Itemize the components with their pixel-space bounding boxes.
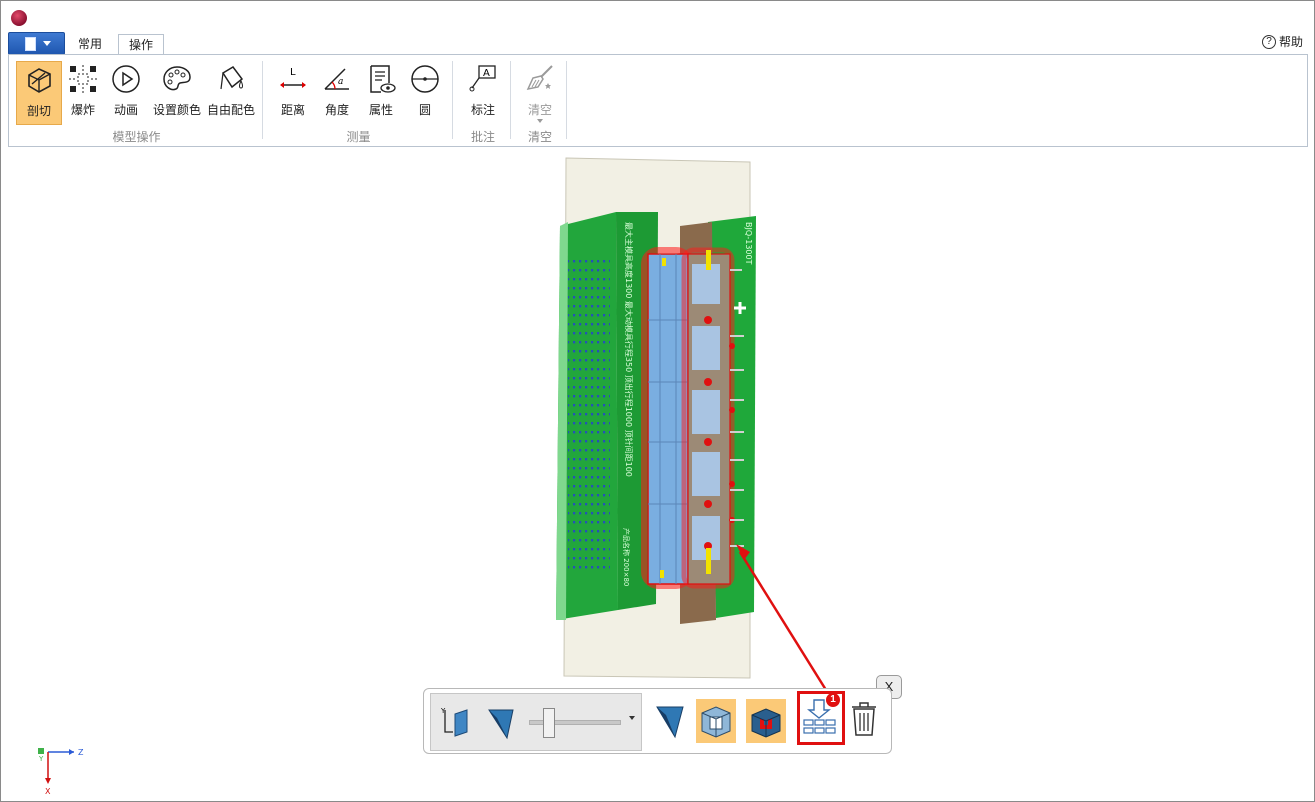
angle-mark: a	[338, 77, 343, 87]
axis-triad: Z Y X	[38, 748, 84, 796]
paint-bucket-icon	[220, 66, 244, 90]
chevron-down-icon	[43, 41, 51, 46]
section-box-icon	[701, 706, 731, 738]
axis-x-label: X	[45, 787, 51, 796]
badge-count: 1	[826, 693, 840, 707]
property-label: 属性	[368, 103, 393, 117]
explode-button[interactable]: 爆炸	[62, 61, 104, 123]
save-section-button[interactable]: 1	[797, 691, 845, 745]
ribbon-separator	[510, 61, 511, 139]
circle-measure-icon	[411, 65, 439, 93]
palette-icon	[163, 66, 191, 91]
annotate-button[interactable]: A 标注	[463, 61, 503, 123]
explode-icon	[69, 65, 97, 93]
section-slider-thumb[interactable]	[543, 708, 555, 738]
group-label-clear: 清空	[527, 130, 552, 144]
left-plate-text: 最大主模具高度1300 最大动模具行程350 顶出行程1000 顶针间距100	[624, 222, 634, 477]
app-logo-icon	[11, 10, 27, 26]
mold-assembly[interactable]	[641, 247, 746, 589]
clear-label: 清空	[527, 103, 552, 117]
set-color-label: 设置颜色	[152, 103, 201, 117]
explode-label: 爆炸	[70, 103, 95, 117]
angle-label: 角度	[324, 103, 349, 117]
left-plate-text-2: 产品名称 200×80	[622, 528, 631, 586]
group-label-model-ops: 模型操作	[112, 130, 161, 144]
property-doc-icon	[370, 65, 396, 93]
ribbon-panel: 剖切 爆炸 动画 设置颜色 自由配色 模型操作 L 距离 a 角度 属性 圆 测…	[8, 54, 1308, 147]
capping-button[interactable]	[746, 699, 786, 743]
chevron-down-icon[interactable]	[629, 716, 635, 720]
help-icon: ?	[1261, 35, 1276, 49]
tab-operations[interactable]: 操作	[118, 34, 164, 56]
right-plate-text: BJQ-1300T	[744, 222, 753, 265]
circle-label: 圆	[418, 103, 431, 117]
distance-icon: L	[280, 67, 306, 88]
left-plate-hole-grid	[568, 254, 610, 574]
circle-button[interactable]: 圆	[405, 61, 445, 123]
cap-solid-icon	[751, 708, 781, 738]
annotation-mark: A	[483, 68, 490, 79]
trash-icon[interactable]	[844, 697, 884, 741]
section-wedge-icon[interactable]	[483, 704, 519, 740]
annotate-label: 标注	[470, 103, 495, 117]
clear-button[interactable]: 清空	[521, 61, 559, 123]
cut-plane-icon[interactable]	[649, 699, 689, 743]
document-icon	[25, 37, 36, 51]
distance-button[interactable]: L 距离	[272, 61, 314, 123]
section-cube-icon	[28, 68, 51, 93]
dropdown-arrow-icon[interactable]	[537, 119, 543, 123]
help-button[interactable]: ? 帮助	[1261, 34, 1303, 50]
ribbon-separator	[262, 61, 263, 139]
play-icon	[112, 65, 140, 93]
left-plate-edge	[556, 222, 568, 620]
distance-label: 距离	[280, 103, 305, 117]
help-label: 帮助	[1278, 35, 1303, 49]
ribbon-separator	[452, 61, 453, 139]
show-section-button[interactable]	[696, 699, 736, 743]
group-label-measure: 测量	[346, 130, 371, 144]
section-toolbar: Y X	[423, 688, 892, 754]
ribbon-separator	[566, 61, 567, 139]
tab-common[interactable]: 常用	[70, 34, 110, 55]
free-color-button[interactable]: 自由配色	[205, 61, 257, 123]
axis-y-label: Y	[38, 755, 44, 763]
animation-label: 动画	[113, 103, 138, 117]
distance-mark: L	[290, 67, 296, 78]
free-color-label: 自由配色	[206, 103, 255, 117]
annotation-icon: A	[469, 65, 496, 92]
set-color-button[interactable]: 设置颜色	[149, 61, 205, 123]
section-controls: Y X	[430, 693, 642, 751]
animation-button[interactable]: 动画	[106, 61, 146, 123]
section-cut-label: 剖切	[26, 104, 51, 118]
property-button[interactable]: 属性	[361, 61, 401, 123]
axis-z-label: Z	[78, 748, 84, 757]
angle-button[interactable]: a 角度	[317, 61, 357, 123]
angle-icon: a	[324, 68, 349, 90]
axis-plane-y: Y	[440, 707, 446, 715]
group-label-annotation: 批注	[470, 130, 495, 144]
axis-plane-icon[interactable]: Y X	[437, 704, 473, 740]
broom-icon	[526, 65, 553, 91]
section-cut-button[interactable]: 剖切	[16, 61, 62, 125]
file-menu-button[interactable]	[8, 32, 65, 55]
